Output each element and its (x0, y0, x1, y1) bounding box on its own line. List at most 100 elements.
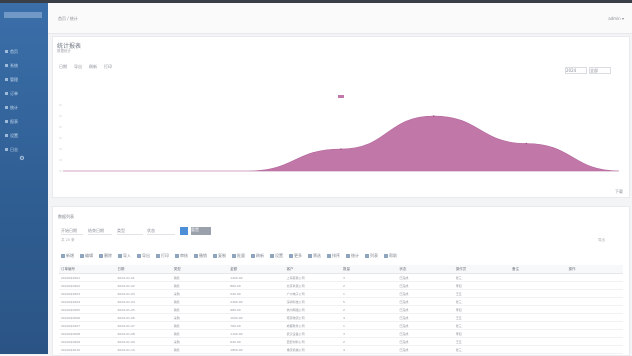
action-button[interactable]: 导入 (118, 253, 131, 259)
action-button[interactable]: 撤销 (194, 253, 207, 259)
table-cell (566, 289, 623, 298)
action-button[interactable]: 列表 (365, 253, 378, 259)
export-link[interactable]: 导出 (598, 238, 605, 243)
table-row[interactable]: 2024010002 2024-01-02 销售 860.00 北京商贸公司 2 已完成 李四 (59, 281, 623, 290)
action-button[interactable]: 排序 (327, 253, 340, 259)
legend-swatch[interactable] (338, 95, 344, 98)
sidebar-item[interactable]: 订单 (5, 91, 43, 96)
table-cell: 2300.00 (228, 297, 285, 306)
table-row[interactable]: 2024010010 2024-01-10 销售 1850.00 重庆机械公司 4 已完成张… (59, 345, 623, 354)
data-point[interactable] (525, 142, 528, 145)
action-button[interactable]: 复制 (213, 253, 226, 259)
table-cell: 上海贸易公司 (284, 273, 341, 282)
sidebar-item[interactable]: 统计 (5, 105, 43, 110)
action-button[interactable]: 设置 (270, 253, 283, 259)
column-header[interactable]: 状态 (397, 265, 454, 274)
table-cell (510, 337, 567, 346)
action-label: 编辑 (85, 253, 93, 258)
table-row[interactable]: 2024010001 2024-01-01 销售 1200.00 上海贸易公司 3 已完成张… (59, 273, 623, 282)
action-button[interactable]: 刷新 (251, 253, 264, 259)
breadcrumb[interactable]: 首页 / 统计 (58, 16, 78, 22)
sidebar-item[interactable]: 设置 (5, 133, 43, 138)
action-button[interactable]: 统计 (346, 253, 359, 259)
start-date-field[interactable]: 开始日期 (61, 228, 83, 235)
table-cell: 张三 (453, 321, 511, 330)
sidebar-item[interactable]: 报表 (5, 119, 43, 124)
table-cell: 2024-01-03 (115, 289, 172, 298)
column-header[interactable]: 金额 (228, 265, 285, 274)
user-menu[interactable]: admin ▾ (608, 16, 624, 21)
column-header[interactable]: 订单编号 (59, 265, 116, 274)
table-cell: 张三 (453, 345, 511, 354)
table-cell (566, 313, 623, 322)
type-select[interactable]: 类型 (117, 228, 143, 235)
table-row[interactable]: 2024010007 2024-01-07 销售 760.00 成都软件公司 1 已完成 张三 (59, 321, 623, 330)
column-header[interactable]: 数量 (340, 265, 398, 274)
action-button[interactable]: 帮助 (384, 253, 397, 259)
table-cell: 1500.00 (228, 313, 285, 322)
table-body: 2024010001 2024-01-01 销售 1200.00 上海贸易公司 3 已完成张… (59, 273, 623, 354)
action-button[interactable]: 更多 (289, 253, 302, 259)
status-select[interactable]: 状态 (147, 228, 175, 235)
table-cell: 2 (340, 281, 398, 290)
download-button[interactable]: 下载 (615, 189, 623, 195)
column-header[interactable]: 备注 (510, 265, 567, 274)
action-icon (194, 254, 198, 258)
logo (4, 12, 42, 18)
action-button[interactable]: 审核 (175, 253, 188, 259)
column-header[interactable]: 类型 (171, 265, 229, 274)
sidebar-item[interactable]: 日志 (5, 147, 43, 152)
table-cell: 1 (340, 321, 398, 330)
table-row[interactable]: 2024010004 2024-01-04 销售 2300.00 深圳科技公司 5 已完成张… (59, 297, 623, 306)
end-date-field[interactable]: 结束日期 (88, 228, 112, 235)
table-cell: 销售 (171, 281, 229, 290)
sidebar-item[interactable]: 系统 (5, 63, 43, 68)
table-cell: 2024-01-04 (115, 297, 172, 306)
table-cell: 销售 (171, 321, 229, 330)
table-row[interactable]: 2024010009 2024-01-09 采购 640.00 西安材料公司 2 已完成 王五 (59, 337, 623, 346)
table-cell: 采购 (171, 289, 229, 298)
action-label: 导出 (142, 253, 150, 258)
action-label: 列表 (370, 253, 378, 258)
table-cell: 广州电子公司 (284, 289, 341, 298)
gear-icon[interactable]: ⚙ (19, 156, 25, 162)
end-date-label: 结束日期 (88, 228, 104, 233)
table-cell: 2024-01-09 (115, 337, 172, 346)
action-button[interactable]: 筛选 (308, 253, 321, 259)
sidebar-item[interactable]: 首页 (5, 49, 43, 54)
search-button[interactable] (180, 227, 188, 235)
action-button[interactable]: 编辑 (80, 253, 93, 259)
action-label: 打印 (161, 253, 169, 258)
table-row[interactable]: 2024010006 2024-01-06 采购 1500.00 南京物流公司 4 已完成王… (59, 313, 623, 322)
sidebar-item[interactable]: 管理 (5, 77, 43, 82)
action-button[interactable]: 导出 (137, 253, 150, 259)
data-point[interactable] (340, 148, 342, 150)
action-icon (289, 254, 293, 258)
table-row[interactable]: 2024010005 2024-01-05 销售 980.00 杭州网络公司 2 已完成 李四 (59, 305, 623, 314)
table-cell: 2024-01-08 (115, 329, 172, 338)
action-button[interactable]: 批量 (232, 253, 245, 259)
action-toolbar: 新增 编辑 删除 导入 导出 打印 审核 撤销 复制 批量 刷新 设置 更多 筛选 排序 统计 列表 帮助 (61, 253, 621, 259)
column-header[interactable]: 客户 (284, 265, 341, 274)
column-header[interactable]: 日期 (115, 265, 172, 274)
table-cell: 2024010005 (59, 305, 116, 314)
action-icon (346, 254, 350, 258)
action-button[interactable]: 打印 (156, 253, 169, 259)
reset-button[interactable]: 重置 (191, 227, 211, 235)
column-header[interactable]: 操作 (566, 265, 623, 274)
table-row[interactable]: 2024010003 2024-01-03 采购 540.00 广州电子公司 1 已完成 王五 (59, 289, 623, 298)
table-row[interactable]: 2024010008 2024-01-08 销售 1100.00 武汉设备公司 3 已完成李… (59, 329, 623, 338)
action-button[interactable]: 删除 (99, 253, 112, 259)
table-cell: 已完成 (397, 281, 454, 290)
table-cell: 2024-01-02 (115, 281, 172, 290)
action-button[interactable]: 新增 (61, 253, 74, 259)
action-icon (80, 254, 84, 258)
data-point[interactable] (432, 115, 435, 117)
action-label: 复制 (218, 253, 226, 258)
column-header[interactable]: 操作员 (453, 265, 511, 274)
table-cell: 李四 (453, 281, 511, 290)
table-cell: 980.00 (228, 305, 285, 314)
record-count: 共 20 条 (61, 238, 75, 242)
data-table: 订单编号 日期 类型 金额 客户 数量 状态 操作员 备注 操作 2024010001 2024-0… (59, 265, 623, 354)
series-area[interactable] (63, 115, 620, 172)
